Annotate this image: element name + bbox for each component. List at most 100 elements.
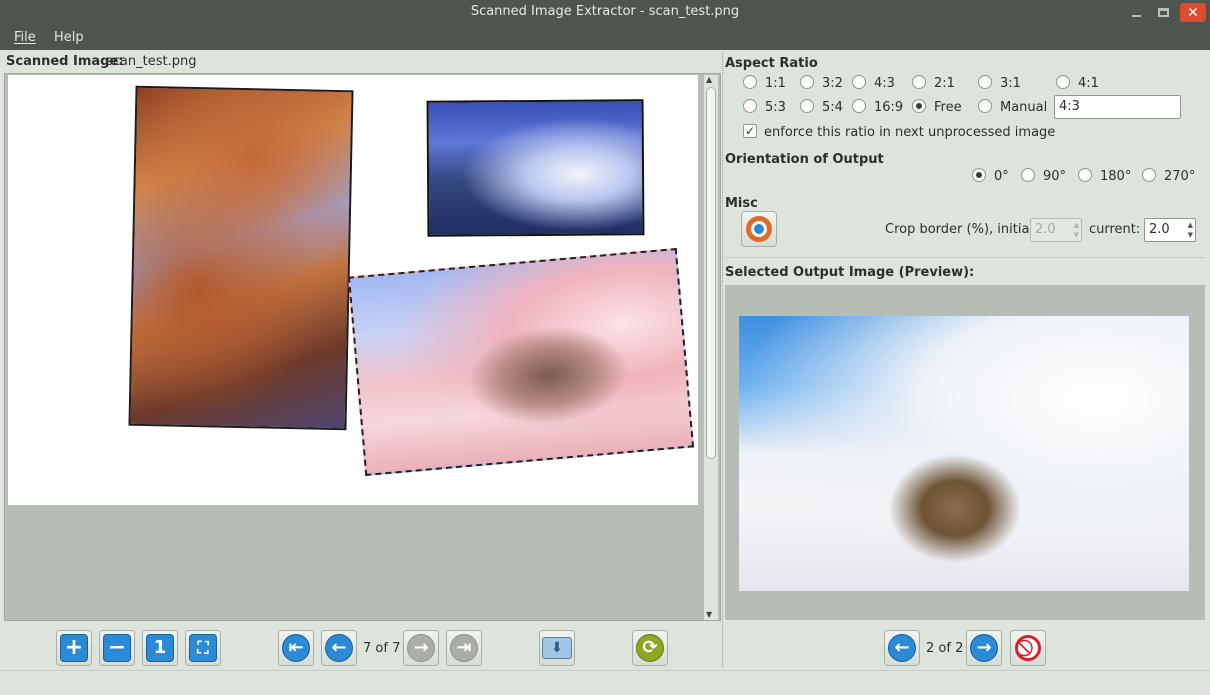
last-image-button[interactable]: ⇥ [446, 630, 482, 666]
aspect-5-4-radio[interactable] [800, 99, 814, 113]
zoom-out-icon: − [103, 634, 131, 662]
scroll-up-icon[interactable]: ▲ [706, 75, 712, 84]
discard-output-button[interactable]: ⃠ [1010, 630, 1046, 666]
aspect-manual-label: Manual [1000, 100, 1048, 115]
aspect-4-3-label: 4:3 [874, 76, 895, 91]
aspect-2-1-radio[interactable] [912, 75, 926, 89]
aspect-5-3-label: 5:3 [765, 100, 786, 115]
previous-output-button[interactable]: ← [884, 630, 920, 666]
manual-ratio-input[interactable]: 4:3 [1054, 95, 1181, 119]
zoom-original-button[interactable]: 1 [142, 630, 178, 666]
aspect-free-radio[interactable] [912, 99, 926, 113]
orientation-270-label: 270° [1164, 169, 1196, 184]
aspect-16-9-radio[interactable] [852, 99, 866, 113]
double-arrow-right-icon: ⇥ [450, 634, 478, 662]
menu-bar: File Help [0, 25, 1210, 50]
enforce-ratio-checkbox[interactable]: ✓ [743, 124, 757, 138]
maximize-icon [1157, 8, 1169, 17]
aspect-4-3-radio[interactable] [852, 75, 866, 89]
crop-initial-spinbox[interactable]: 2.0 ▲ ▼ [1030, 218, 1082, 242]
crop-initial-value: 2.0 [1035, 222, 1056, 237]
enforce-ratio-label: enforce this ratio in next unprocessed i… [764, 125, 1056, 140]
canvas-vertical-scrollbar[interactable]: ▲ ▼ [704, 75, 718, 620]
orientation-180-radio[interactable] [1078, 168, 1092, 182]
aspect-3-2-radio[interactable] [800, 75, 814, 89]
aspect-5-3-radio[interactable] [743, 99, 757, 113]
aspect-ratio-heading: Aspect Ratio [725, 56, 818, 71]
refresh-button[interactable]: ⟳ [632, 630, 668, 666]
winter-field-photo[interactable] [347, 247, 695, 477]
lifebuoy-icon [746, 216, 772, 242]
aspect-1-1-label: 1:1 [765, 76, 786, 91]
aspect-16-9-label: 16:9 [874, 100, 904, 115]
aspect-3-2-label: 3:2 [822, 76, 843, 91]
save-icon: ⬇ [542, 637, 572, 659]
first-image-button[interactable]: ⇤ [278, 630, 314, 666]
orientation-90-label: 90° [1043, 169, 1067, 184]
maximize-button[interactable] [1151, 3, 1175, 22]
spin-down-icon[interactable]: ▼ [1188, 231, 1193, 239]
orientation-heading: Orientation of Output [725, 152, 884, 167]
autumn-trees-photo[interactable] [128, 85, 354, 431]
close-button[interactable]: ✕ [1180, 3, 1206, 22]
next-image-button[interactable]: → [403, 630, 439, 666]
aspect-1-1-radio[interactable] [743, 75, 757, 89]
aspect-2-1-label: 2:1 [934, 76, 955, 91]
left-page-indicator: 7 of 7 [363, 641, 401, 656]
crop-border-label: Crop border (%), initial: [885, 222, 1038, 237]
title-bar: Scanned Image Extractor - scan_test.png … [0, 0, 1210, 25]
zoom-fit-button[interactable]: ⛶ [185, 630, 221, 666]
aspect-4-1-label: 4:1 [1078, 76, 1099, 91]
orientation-0-radio[interactable] [972, 168, 986, 182]
spin-up-icon[interactable]: ▲ [1188, 221, 1193, 229]
double-arrow-left-icon: ⇤ [282, 634, 310, 662]
zoom-original-icon: 1 [146, 634, 174, 662]
refresh-icon: ⟳ [636, 634, 664, 662]
spin-down-icon[interactable]: ▼ [1074, 231, 1079, 239]
scrollbar-thumb[interactable] [706, 87, 716, 459]
zoom-in-button[interactable]: + [56, 630, 92, 666]
arrow-right-icon: → [407, 634, 435, 662]
menu-help[interactable]: Help [54, 30, 84, 45]
menu-file[interactable]: File [14, 30, 36, 45]
orientation-270-radio[interactable] [1142, 168, 1156, 182]
zoom-out-button[interactable]: − [99, 630, 135, 666]
orientation-90-radio[interactable] [1021, 168, 1035, 182]
arrow-left-icon: ← [888, 634, 916, 662]
aspect-3-1-label: 3:1 [1000, 76, 1021, 91]
minimize-button[interactable] [1124, 3, 1148, 22]
aspect-4-1-radio[interactable] [1056, 75, 1070, 89]
aspect-free-label: Free [934, 100, 962, 115]
waterfall-photo[interactable] [426, 99, 645, 237]
spin-up-icon[interactable]: ▲ [1074, 221, 1079, 229]
no-entry-icon: ⃠ [1015, 635, 1041, 661]
help-button[interactable] [741, 211, 777, 247]
preview-heading: Selected Output Image (Preview): [725, 265, 975, 280]
previous-image-button[interactable]: ← [321, 630, 357, 666]
crop-current-value: 2.0 [1149, 222, 1170, 237]
aspect-5-4-label: 5:4 [822, 100, 843, 115]
aspect-manual-radio[interactable] [978, 99, 992, 113]
minimize-icon [1131, 14, 1141, 17]
arrow-left-icon: ← [325, 634, 353, 662]
save-button[interactable]: ⬇ [539, 630, 575, 666]
window-title: Scanned Image Extractor - scan_test.png [470, 4, 740, 19]
panel-splitter[interactable] [722, 52, 723, 667]
scroll-down-icon[interactable]: ▼ [706, 610, 712, 619]
close-icon: ✕ [1187, 4, 1199, 21]
status-bar [0, 670, 1210, 695]
misc-heading: Misc [725, 196, 758, 211]
crop-current-label: current: [1089, 222, 1141, 237]
orientation-180-label: 180° [1100, 169, 1132, 184]
right-page-indicator: 2 of 2 [926, 641, 964, 656]
right-panel-divider [725, 257, 1205, 258]
preview-image [739, 316, 1189, 591]
aspect-3-1-radio[interactable] [978, 75, 992, 89]
scanned-image-filename: scan_test.png [106, 54, 197, 69]
arrow-right-icon: → [970, 634, 998, 662]
orientation-0-label: 0° [994, 169, 1009, 184]
crop-current-spinbox[interactable]: 2.0 ▲ ▼ [1144, 218, 1196, 242]
next-output-button[interactable]: → [966, 630, 1002, 666]
zoom-fit-icon: ⛶ [189, 634, 217, 662]
zoom-in-icon: + [60, 634, 88, 662]
